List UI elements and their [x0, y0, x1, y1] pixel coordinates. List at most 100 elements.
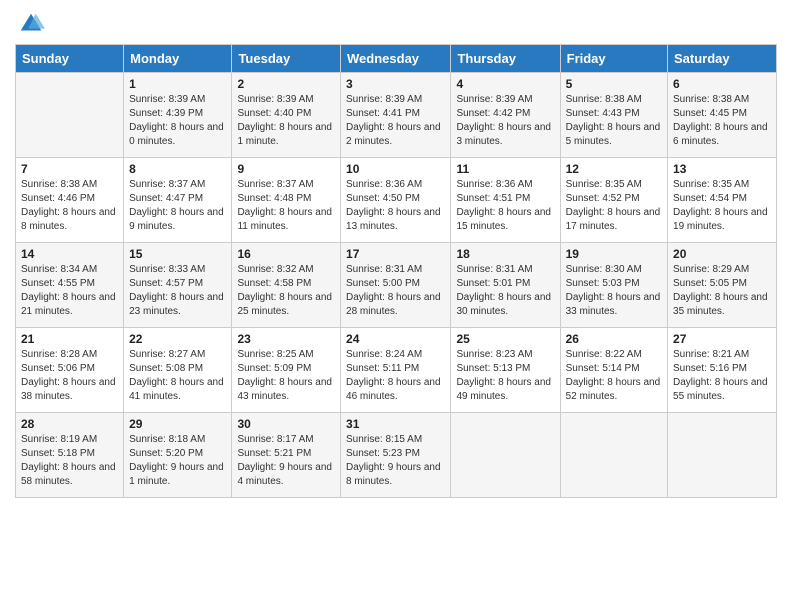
day-number: 13	[673, 162, 771, 176]
day-info: Sunrise: 8:30 AMSunset: 5:03 PMDaylight:…	[566, 263, 662, 319]
day-number: 20	[673, 247, 771, 261]
calendar-cell: 12 Sunrise: 8:35 AMSunset: 4:52 PMDayligh…	[560, 158, 667, 243]
calendar-week-3: 14 Sunrise: 8:34 AMSunset: 4:55 PMDayligh…	[16, 243, 777, 328]
calendar-cell: 15 Sunrise: 8:33 AMSunset: 4:57 PMDayligh…	[124, 243, 232, 328]
weekday-header-tuesday: Tuesday	[232, 45, 341, 73]
weekday-header-sunday: Sunday	[16, 45, 124, 73]
day-number: 24	[346, 332, 445, 346]
day-info: Sunrise: 8:25 AMSunset: 5:09 PMDaylight:…	[237, 348, 335, 404]
calendar-cell: 25Sunrise: 8:23 AMSunset: 5:13 PMDayligh…	[451, 328, 560, 413]
calendar-week-5: 28 Sunrise: 8:19 AMSunset: 5:18 PMDayligh…	[16, 413, 777, 498]
calendar-week-4: 21 Sunrise: 8:28 AMSunset: 5:06 PMDayligh…	[16, 328, 777, 413]
weekday-header-wednesday: Wednesday	[341, 45, 451, 73]
day-info: Sunrise: 8:37 AMSunset: 4:47 PMDaylight:…	[129, 178, 226, 234]
page-header	[15, 10, 777, 38]
calendar-body: 1Sunrise: 8:39 AMSunset: 4:39 PMDaylight…	[16, 73, 777, 498]
calendar-cell	[451, 413, 560, 498]
calendar-cell: 5 Sunrise: 8:38 AMSunset: 4:43 PMDaylight…	[560, 73, 667, 158]
calendar-cell: 6 Sunrise: 8:38 AMSunset: 4:45 PMDaylight…	[668, 73, 777, 158]
day-info: Sunrise: 8:24 AMSunset: 5:11 PMDaylight:…	[346, 348, 445, 404]
day-number: 29	[129, 417, 226, 431]
day-number: 17	[346, 247, 445, 261]
day-number: 31	[346, 417, 445, 431]
calendar-cell	[16, 73, 124, 158]
day-number: 16	[237, 247, 335, 261]
calendar-cell: 23 Sunrise: 8:25 AMSunset: 5:09 PMDayligh…	[232, 328, 341, 413]
day-number: 3	[346, 77, 445, 91]
day-number: 14	[21, 247, 118, 261]
calendar-cell: 31 Sunrise: 8:15 AMSunset: 5:23 PMDayligh…	[341, 413, 451, 498]
day-number: 18	[456, 247, 554, 261]
calendar-cell: 13Sunrise: 8:35 AMSunset: 4:54 PMDayligh…	[668, 158, 777, 243]
calendar-cell: 24 Sunrise: 8:24 AMSunset: 5:11 PMDayligh…	[341, 328, 451, 413]
day-number: 6	[673, 77, 771, 91]
calendar-cell: 27 Sunrise: 8:21 AMSunset: 5:16 PMDayligh…	[668, 328, 777, 413]
day-number: 8	[129, 162, 226, 176]
weekday-header-monday: Monday	[124, 45, 232, 73]
day-number: 7	[21, 162, 118, 176]
day-number: 15	[129, 247, 226, 261]
calendar-cell: 26Sunrise: 8:22 AMSunset: 5:14 PMDayligh…	[560, 328, 667, 413]
day-number: 11	[456, 162, 554, 176]
calendar-table: SundayMondayTuesdayWednesdayThursdayFrid…	[15, 44, 777, 498]
day-info: Sunrise: 8:37 AMSunset: 4:48 PMDaylight:…	[237, 178, 335, 234]
calendar-cell: 4Sunrise: 8:39 AMSunset: 4:42 PMDaylight…	[451, 73, 560, 158]
day-info: Sunrise: 8:35 AMSunset: 4:52 PMDaylight:…	[566, 178, 662, 234]
calendar-week-1: 1Sunrise: 8:39 AMSunset: 4:39 PMDaylight…	[16, 73, 777, 158]
day-number: 9	[237, 162, 335, 176]
calendar-cell: 22 Sunrise: 8:27 AMSunset: 5:08 PMDayligh…	[124, 328, 232, 413]
day-info: Sunrise: 8:39 AMSunset: 4:40 PMDaylight:…	[237, 93, 335, 149]
day-number: 27	[673, 332, 771, 346]
calendar-cell: 16 Sunrise: 8:32 AMSunset: 4:58 PMDayligh…	[232, 243, 341, 328]
calendar-cell: 21 Sunrise: 8:28 AMSunset: 5:06 PMDayligh…	[16, 328, 124, 413]
day-info: Sunrise: 8:21 AMSunset: 5:16 PMDaylight:…	[673, 348, 771, 404]
calendar-cell: 18 Sunrise: 8:31 AMSunset: 5:01 PMDayligh…	[451, 243, 560, 328]
day-number: 2	[237, 77, 335, 91]
day-number: 21	[21, 332, 118, 346]
day-info: Sunrise: 8:36 AMSunset: 4:51 PMDaylight:…	[456, 178, 554, 234]
day-number: 23	[237, 332, 335, 346]
calendar-cell: 14 Sunrise: 8:34 AMSunset: 4:55 PMDayligh…	[16, 243, 124, 328]
day-info: Sunrise: 8:23 AMSunset: 5:13 PMDaylight:…	[456, 348, 554, 404]
weekday-header-thursday: Thursday	[451, 45, 560, 73]
calendar-cell: 10Sunrise: 8:36 AMSunset: 4:50 PMDayligh…	[341, 158, 451, 243]
day-info: Sunrise: 8:38 AMSunset: 4:43 PMDaylight:…	[566, 93, 662, 149]
day-info: Sunrise: 8:34 AMSunset: 4:55 PMDaylight:…	[21, 263, 118, 319]
day-number: 22	[129, 332, 226, 346]
day-number: 10	[346, 162, 445, 176]
day-info: Sunrise: 8:39 AMSunset: 4:41 PMDaylight:…	[346, 93, 445, 149]
calendar-cell: 19 Sunrise: 8:30 AMSunset: 5:03 PMDayligh…	[560, 243, 667, 328]
calendar-cell: 30Sunrise: 8:17 AMSunset: 5:21 PMDayligh…	[232, 413, 341, 498]
day-number: 12	[566, 162, 662, 176]
day-info: Sunrise: 8:28 AMSunset: 5:06 PMDaylight:…	[21, 348, 118, 404]
weekday-header-saturday: Saturday	[668, 45, 777, 73]
calendar-week-2: 7 Sunrise: 8:38 AMSunset: 4:46 PMDaylight…	[16, 158, 777, 243]
calendar-cell: 9 Sunrise: 8:37 AMSunset: 4:48 PMDaylight…	[232, 158, 341, 243]
day-info: Sunrise: 8:38 AMSunset: 4:46 PMDaylight:…	[21, 178, 118, 234]
day-info: Sunrise: 8:22 AMSunset: 5:14 PMDaylight:…	[566, 348, 662, 404]
calendar-cell	[668, 413, 777, 498]
day-number: 28	[21, 417, 118, 431]
calendar-cell: 2 Sunrise: 8:39 AMSunset: 4:40 PMDaylight…	[232, 73, 341, 158]
calendar-cell: 11 Sunrise: 8:36 AMSunset: 4:51 PMDayligh…	[451, 158, 560, 243]
calendar-cell: 1Sunrise: 8:39 AMSunset: 4:39 PMDaylight…	[124, 73, 232, 158]
day-info: Sunrise: 8:31 AMSunset: 5:01 PMDaylight:…	[456, 263, 554, 319]
day-info: Sunrise: 8:27 AMSunset: 5:08 PMDaylight:…	[129, 348, 226, 404]
calendar-cell: 17 Sunrise: 8:31 AMSunset: 5:00 PMDayligh…	[341, 243, 451, 328]
day-info: Sunrise: 8:33 AMSunset: 4:57 PMDaylight:…	[129, 263, 226, 319]
logo	[15, 10, 45, 38]
day-info: Sunrise: 8:15 AMSunset: 5:23 PMDaylight:…	[346, 433, 445, 489]
weekday-header-friday: Friday	[560, 45, 667, 73]
logo-icon	[17, 10, 45, 38]
day-info: Sunrise: 8:32 AMSunset: 4:58 PMDaylight:…	[237, 263, 335, 319]
day-number: 5	[566, 77, 662, 91]
day-number: 4	[456, 77, 554, 91]
calendar-cell: 3 Sunrise: 8:39 AMSunset: 4:41 PMDaylight…	[341, 73, 451, 158]
day-info: Sunrise: 8:39 AMSunset: 4:39 PMDaylight:…	[129, 93, 226, 149]
day-info: Sunrise: 8:31 AMSunset: 5:00 PMDaylight:…	[346, 263, 445, 319]
calendar-cell: 29Sunrise: 8:18 AMSunset: 5:20 PMDayligh…	[124, 413, 232, 498]
day-info: Sunrise: 8:19 AMSunset: 5:18 PMDaylight:…	[21, 433, 118, 489]
day-info: Sunrise: 8:38 AMSunset: 4:45 PMDaylight:…	[673, 93, 771, 149]
day-info: Sunrise: 8:29 AMSunset: 5:05 PMDaylight:…	[673, 263, 771, 319]
day-number: 19	[566, 247, 662, 261]
